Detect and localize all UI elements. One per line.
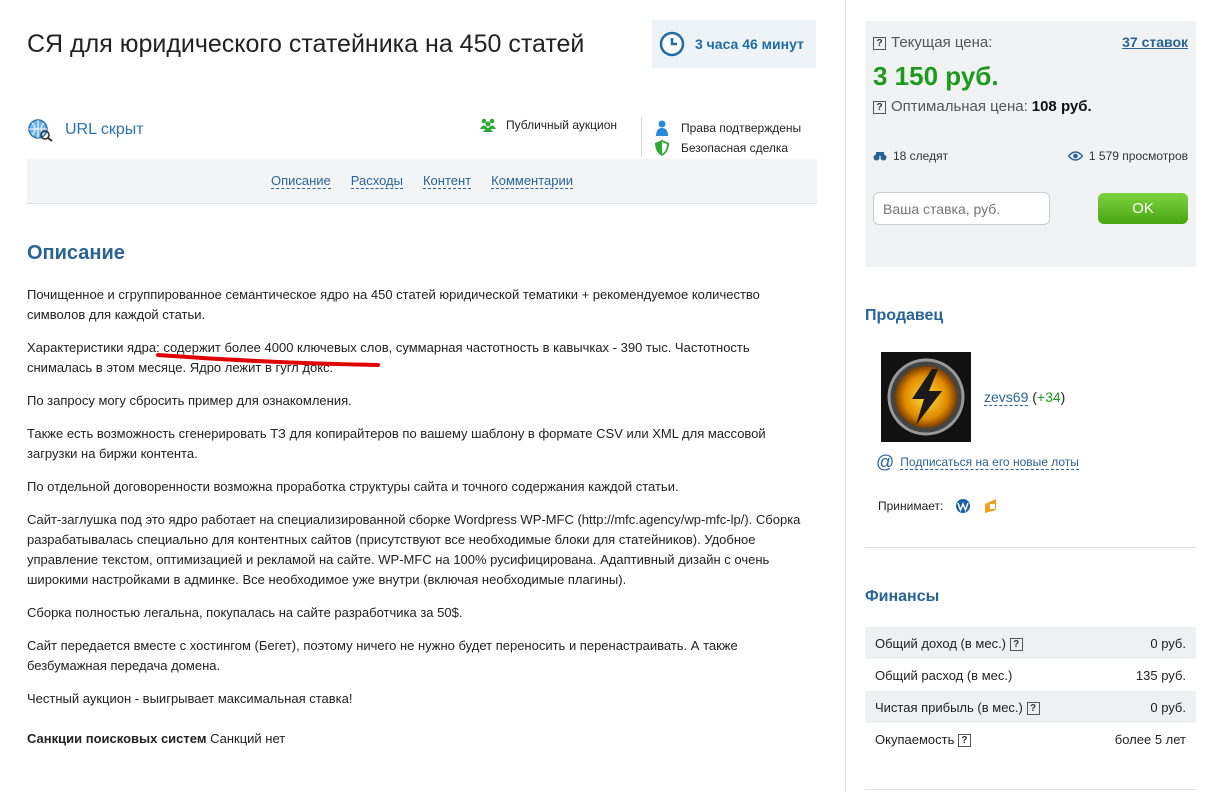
subscribe-link[interactable]: Подписаться на его новые лоты bbox=[900, 455, 1079, 470]
finance-value: 0 руб. bbox=[1150, 635, 1186, 651]
rights-confirmed-label: Права подтверждены bbox=[681, 121, 802, 135]
accepts-label: Принимает: bbox=[878, 499, 944, 513]
views-count: 1 579 просмотров bbox=[1067, 149, 1188, 163]
finance-row-income: Общий доход (в мес.) ? 0 руб. bbox=[865, 627, 1196, 659]
section-nav: Описание Расходы Контент Комментарии bbox=[27, 159, 817, 204]
finance-label-text: Чистая прибыль (в мес.) bbox=[875, 699, 1023, 715]
finance-label: Чистая прибыль (в мес.) ? bbox=[875, 700, 1045, 715]
description-paragraph: Почищенное и сгруппированное семантическ… bbox=[27, 287, 760, 322]
column-divider bbox=[845, 0, 846, 792]
globe-search-icon bbox=[28, 119, 53, 142]
description-body: Почищенное и сгруппированное семантическ… bbox=[27, 285, 817, 762]
sanctions-label: Санкции поисковых систем bbox=[27, 731, 207, 746]
subscribe-row: @ Подписаться на его новые лоты bbox=[876, 452, 1079, 473]
seller-score: +34 bbox=[1036, 389, 1061, 405]
webmoney-icon bbox=[956, 499, 971, 513]
bids-count-link[interactable]: 37 ставок bbox=[1122, 34, 1188, 50]
finance-label: Окупаемость ? bbox=[875, 732, 976, 747]
current-price: 3 150 руб. bbox=[873, 61, 999, 91]
tab-content[interactable]: Контент bbox=[422, 173, 472, 189]
optimal-price-label: Оптимальная цена: bbox=[891, 98, 1028, 115]
price-box: ? Текущая цена: 37 ставок 3 150 руб. ? Опт… bbox=[865, 21, 1196, 267]
current-price-label-row: ? Текущая цена: bbox=[873, 34, 992, 51]
url-row: URL скрыт bbox=[27, 118, 144, 142]
page-title: СЯ для юридического статейника на 450 ст… bbox=[27, 30, 585, 58]
finance-row-profit: Чистая прибыль (в мес.) ? 0 руб. bbox=[865, 691, 1196, 723]
description-paragraph: Также есть возможность сгенерировать ТЗ … bbox=[27, 426, 766, 461]
red-underline-annotation bbox=[156, 353, 380, 367]
trust-badges: Права подтверждены Безопасная сделка bbox=[655, 118, 801, 158]
description-paragraph: Сайт передается вместе с хостингом (Беге… bbox=[27, 638, 738, 673]
divider bbox=[865, 547, 1196, 548]
optimal-price-value: 108 руб. bbox=[1031, 98, 1092, 115]
watchers-count: 18 следят bbox=[873, 149, 948, 163]
auction-type-label: Публичный аукцион bbox=[506, 118, 618, 132]
clock-icon bbox=[659, 31, 685, 57]
tab-expenses[interactable]: Расходы bbox=[350, 173, 403, 189]
description-paragraph: По отдельной договоренности возможна про… bbox=[27, 479, 679, 494]
tab-comments[interactable]: Комментарии bbox=[491, 173, 574, 189]
help-icon[interactable]: ? bbox=[957, 733, 971, 747]
help-icon[interactable]: ? bbox=[1009, 637, 1023, 651]
current-price-label: Текущая цена: bbox=[891, 34, 993, 51]
accepted-payments: Принимает: bbox=[878, 498, 999, 514]
shield-icon bbox=[655, 140, 669, 156]
safe-deal-label: Безопасная сделка bbox=[681, 141, 789, 155]
time-left-badge: 3 часа 46 минут bbox=[652, 20, 816, 68]
description-paragraph: Сайт-заглушка под это ядро работает на с… bbox=[27, 512, 801, 587]
auction-type: Публичный аукцион bbox=[480, 118, 617, 132]
characteristics-prefix: Характеристики ядра: bbox=[27, 340, 164, 355]
watchers-label: 18 следят bbox=[893, 149, 949, 163]
avatar[interactable] bbox=[881, 352, 971, 442]
finance-table: Общий доход (в мес.) ? 0 руб. Общий расх… bbox=[865, 627, 1196, 755]
seller-heading: Продавец bbox=[865, 307, 944, 324]
views-label: 1 579 просмотров bbox=[1088, 149, 1188, 163]
score-paren: ( bbox=[1028, 389, 1037, 405]
divider bbox=[641, 117, 642, 157]
safe-deal: Безопасная сделка bbox=[655, 138, 801, 158]
tab-description[interactable]: Описание bbox=[270, 173, 331, 189]
seller-info: zevs69 (+34) bbox=[984, 389, 1066, 406]
description-paragraph: По запросу могу сбросить пример для озна… bbox=[27, 393, 352, 408]
bid-input[interactable] bbox=[873, 192, 1050, 225]
users-icon bbox=[480, 118, 496, 132]
description-paragraph: Сборка полностью легальна, покупалась на… bbox=[27, 605, 463, 620]
description-paragraph: Честный аукцион - выигрывает максимальна… bbox=[27, 691, 353, 706]
help-icon[interactable]: ? bbox=[1026, 701, 1040, 715]
eye-icon bbox=[1067, 151, 1083, 161]
finance-row-payback: Окупаемость ? более 5 лет bbox=[865, 723, 1196, 755]
binoculars-icon bbox=[873, 152, 887, 161]
user-icon bbox=[656, 120, 668, 136]
description-paragraph-characteristics: Характеристики ядра: содержит более 4000… bbox=[27, 338, 817, 378]
finance-label: Общий расход (в мес.) bbox=[875, 667, 1013, 683]
time-left-text: 3 часа 46 минут bbox=[695, 36, 804, 52]
description-heading: Описание bbox=[27, 242, 125, 264]
finance-label-text: Общий доход (в мес.) bbox=[875, 635, 1007, 651]
finance-value: 0 руб. bbox=[1150, 699, 1186, 715]
yandex-money-icon bbox=[985, 499, 997, 513]
help-icon[interactable]: ? bbox=[873, 101, 886, 114]
ok-button[interactable]: OK bbox=[1098, 193, 1188, 224]
optimal-price-row: ? Оптимальная цена: 108 руб. bbox=[873, 98, 1092, 115]
finance-label-text: Окупаемость bbox=[875, 731, 955, 747]
finance-label: Общий доход (в мес.) ? bbox=[875, 636, 1028, 651]
rights-confirmed: Права подтверждены bbox=[655, 118, 801, 138]
sanctions-row: Санкции поисковых систем Санкций нет bbox=[27, 729, 817, 749]
sanctions-value: Санкций нет bbox=[206, 731, 286, 746]
finance-row-expense: Общий расход (в мес.) 135 руб. bbox=[865, 659, 1196, 691]
finance-heading: Финансы bbox=[865, 588, 940, 605]
divider bbox=[865, 789, 1196, 790]
at-icon: @ bbox=[876, 452, 895, 472]
help-icon[interactable]: ? bbox=[873, 37, 886, 50]
finance-value: более 5 лет bbox=[1114, 731, 1186, 747]
seller-name-link[interactable]: zevs69 bbox=[984, 389, 1029, 406]
finance-value: 135 руб. bbox=[1135, 667, 1186, 683]
score-paren: ) bbox=[1060, 389, 1066, 405]
url-hidden-label: URL скрыт bbox=[65, 121, 144, 138]
lightning-emblem-icon bbox=[887, 358, 965, 436]
